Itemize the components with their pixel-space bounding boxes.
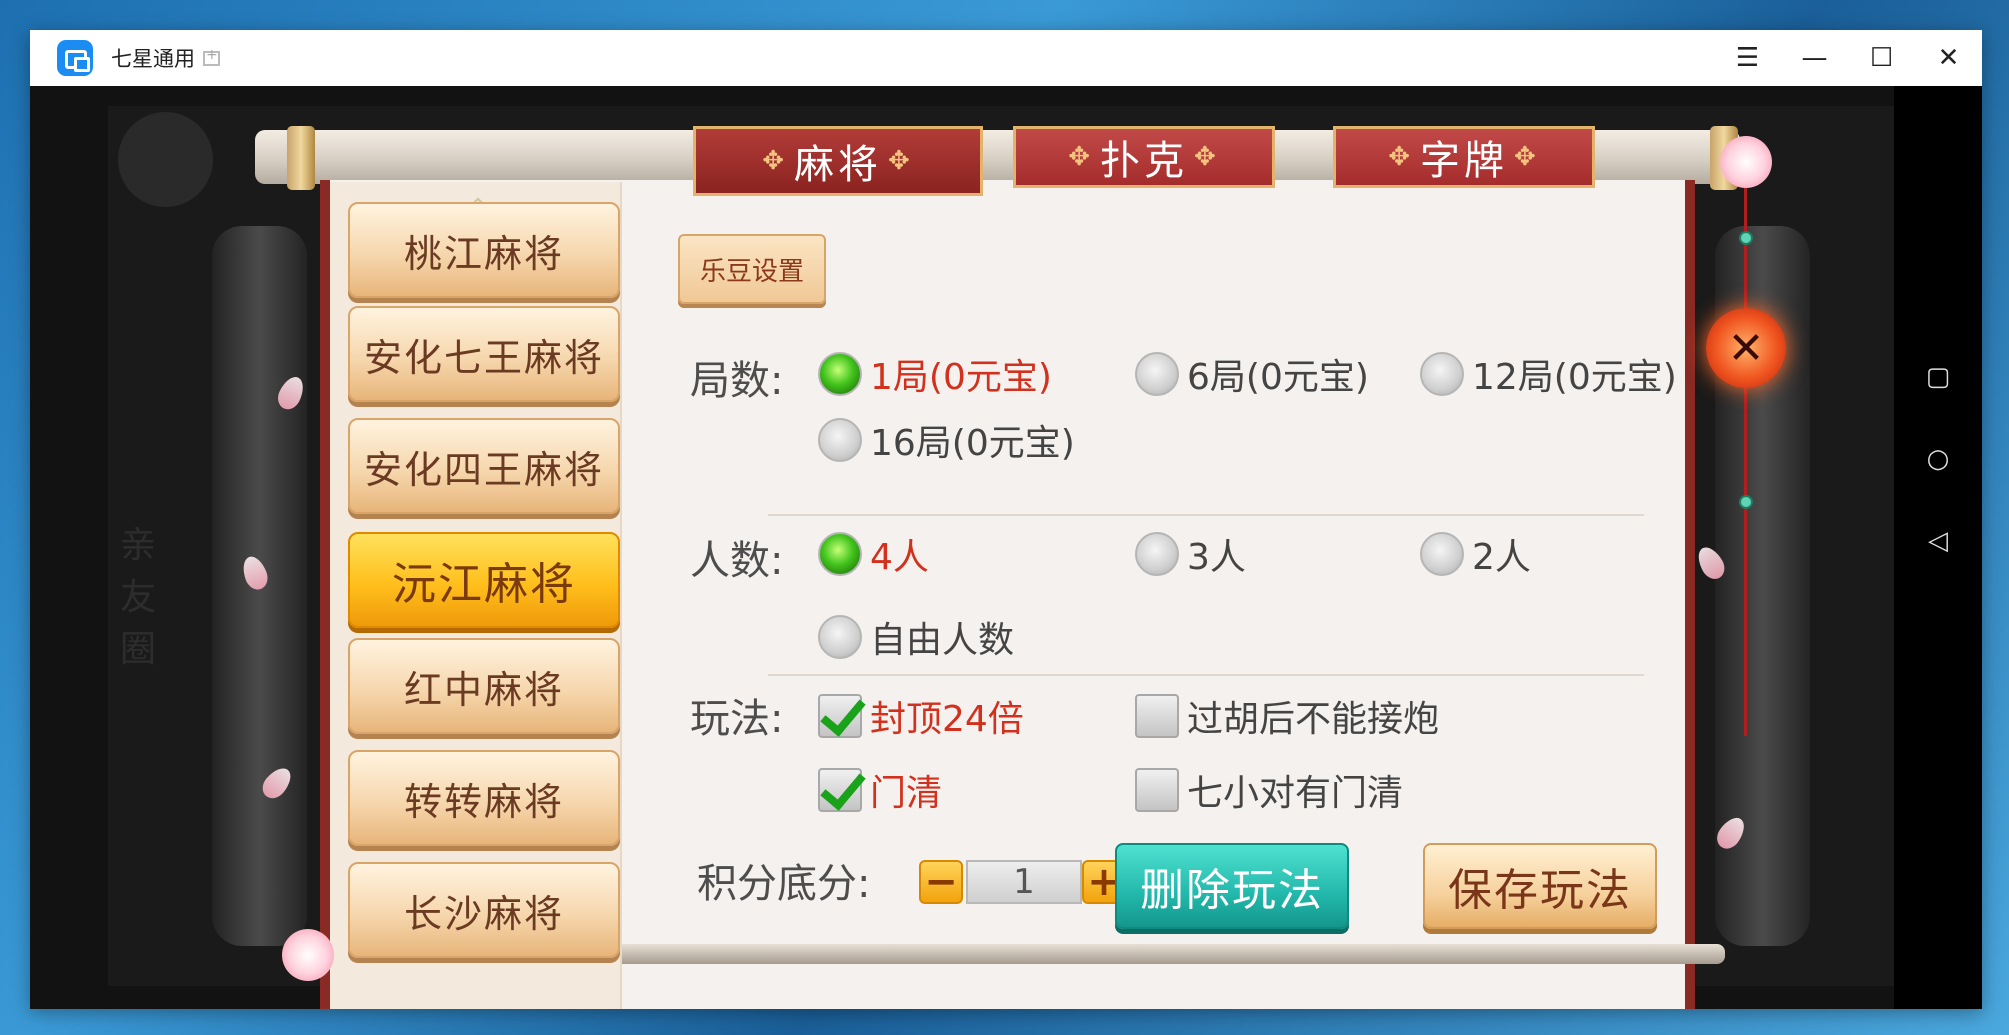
game-area: 亲友圈 ✥ 麻将 ✥ ✥ 扑克 ✥ ✥ 字牌 ✥ 桃江麻将 安化七王麻将 安化四… bbox=[30, 86, 1894, 1009]
rule-qixiaodui-menqing[interactable]: 七小对有门清 bbox=[1135, 764, 1403, 816]
radio-icon[interactable] bbox=[1135, 352, 1179, 396]
scroll-end-left bbox=[287, 126, 315, 190]
ornament-icon: ✥ bbox=[1514, 142, 1540, 172]
radio-selected-icon[interactable] bbox=[818, 532, 862, 576]
checkbox-checked-icon[interactable] bbox=[818, 768, 862, 812]
option-label: 6局(0元宝) bbox=[1187, 357, 1369, 398]
tab-label: 扑克 bbox=[1100, 138, 1188, 184]
players-option-4[interactable]: 4人 bbox=[818, 528, 929, 580]
option-label: 12局(0元宝) bbox=[1472, 357, 1677, 398]
base-score-label: 积分底分: bbox=[697, 861, 871, 907]
radio-icon[interactable] bbox=[818, 615, 862, 659]
rounds-option-6[interactable]: 6局(0元宝) bbox=[1135, 348, 1369, 400]
multi-window-icon[interactable] bbox=[203, 47, 220, 66]
flower-decoration bbox=[1720, 136, 1772, 188]
minimize-icon[interactable]: — bbox=[1781, 30, 1848, 86]
ornament-icon: ✥ bbox=[1194, 142, 1220, 172]
rule-menqing[interactable]: 门清 bbox=[818, 764, 942, 816]
android-nav-rail: ▢ ○ ◁ bbox=[1894, 86, 1982, 1009]
game-item-taojiang[interactable]: 桃江麻将 bbox=[348, 202, 620, 298]
ornament-icon: ✥ bbox=[1068, 142, 1094, 172]
menu-icon[interactable]: ☰ bbox=[1714, 30, 1781, 86]
rounds-label: 局数: bbox=[690, 358, 784, 404]
option-label: 自由人数 bbox=[870, 620, 1015, 661]
background-avatar bbox=[118, 112, 213, 207]
window-title: 七星通用 bbox=[111, 47, 195, 71]
app-window: 七星通用 ☰ — ☐ ✕ ▢ ○ ◁ 亲友圈 ✥ 麻将 ✥ ✥ bbox=[30, 30, 1982, 1009]
players-label: 人数: bbox=[690, 538, 784, 584]
checkbox-icon[interactable] bbox=[1135, 694, 1179, 738]
checkbox-checked-icon[interactable] bbox=[818, 694, 862, 738]
option-label: 4人 bbox=[870, 537, 929, 578]
radio-icon[interactable] bbox=[818, 418, 862, 462]
close-window-icon[interactable]: ✕ bbox=[1915, 30, 1982, 86]
ornament-icon: ✥ bbox=[762, 146, 788, 176]
option-label: 2人 bbox=[1472, 537, 1531, 578]
tab-label: 麻将 bbox=[794, 142, 882, 188]
option-label: 1局(0元宝) bbox=[870, 357, 1052, 398]
delete-rule-button[interactable]: 删除玩法 bbox=[1115, 843, 1349, 929]
game-item-zhuanzhuan[interactable]: 转转麻将 bbox=[348, 750, 620, 846]
game-item-yuanjiang[interactable]: 沅江麻将 bbox=[348, 532, 620, 628]
option-label: 封顶24倍 bbox=[870, 699, 1024, 740]
rounds-option-16[interactable]: 16局(0元宝) bbox=[818, 414, 1075, 466]
players-option-2[interactable]: 2人 bbox=[1420, 528, 1531, 580]
rules-label: 玩法: bbox=[690, 696, 784, 742]
recent-apps-icon[interactable]: ▢ bbox=[1920, 359, 1956, 395]
game-item-hongzhong[interactable]: 红中麻将 bbox=[348, 638, 620, 734]
bead-decoration bbox=[1739, 231, 1753, 245]
tab-mahjong[interactable]: ✥ 麻将 ✥ bbox=[693, 126, 983, 196]
rounds-option-12[interactable]: 12局(0元宝) bbox=[1420, 348, 1677, 400]
rule-cap-24x[interactable]: 封顶24倍 bbox=[818, 690, 1024, 742]
lantern-string bbox=[1744, 176, 1747, 736]
section-divider bbox=[768, 514, 1644, 516]
score-value-field[interactable]: 1 bbox=[966, 860, 1082, 904]
game-item-anhua-siwang[interactable]: 安化四王麻将 bbox=[348, 418, 620, 514]
radio-icon[interactable] bbox=[1420, 352, 1464, 396]
game-list[interactable]: 桃江麻将 安化七王麻将 安化四王麻将 沅江麻将 红中麻将 转转麻将 长沙麻将 bbox=[330, 182, 622, 1009]
game-item-changsha[interactable]: 长沙麻将 bbox=[348, 862, 620, 958]
section-divider bbox=[768, 674, 1644, 676]
ornament-icon: ✥ bbox=[1388, 142, 1414, 172]
app-icon bbox=[57, 40, 93, 76]
checkbox-icon[interactable] bbox=[1135, 768, 1179, 812]
tab-poker[interactable]: ✥ 扑克 ✥ bbox=[1013, 126, 1275, 188]
bead-decoration bbox=[1739, 495, 1753, 509]
score-decrement-button[interactable]: − bbox=[919, 859, 963, 905]
option-label: 3人 bbox=[1187, 537, 1246, 578]
rounds-option-1[interactable]: 1局(0元宝) bbox=[818, 348, 1052, 400]
tab-label: 字牌 bbox=[1420, 138, 1508, 184]
option-label: 过胡后不能接炮 bbox=[1187, 699, 1440, 740]
close-panel-button[interactable]: ✕ bbox=[1706, 308, 1786, 388]
radio-icon[interactable] bbox=[1420, 532, 1464, 576]
maximize-icon[interactable]: ☐ bbox=[1848, 30, 1915, 86]
players-option-free[interactable]: 自由人数 bbox=[818, 611, 1014, 663]
background-decoration: 亲友圈 bbox=[120, 525, 157, 670]
ornament-icon: ✥ bbox=[888, 146, 914, 176]
option-label: 16局(0元宝) bbox=[870, 423, 1075, 464]
ledou-settings-button[interactable]: 乐豆设置 bbox=[678, 234, 826, 304]
game-item-anhua-qiwang[interactable]: 安化七王麻将 bbox=[348, 306, 620, 402]
option-label: 门清 bbox=[870, 773, 943, 814]
radio-icon[interactable] bbox=[1135, 532, 1179, 576]
option-label: 七小对有门清 bbox=[1187, 773, 1404, 814]
players-option-3[interactable]: 3人 bbox=[1135, 528, 1246, 580]
home-icon[interactable]: ○ bbox=[1920, 441, 1956, 477]
back-icon[interactable]: ◁ bbox=[1920, 523, 1956, 559]
rule-no-pao-after-pass[interactable]: 过胡后不能接炮 bbox=[1135, 690, 1439, 742]
save-rule-button[interactable]: 保存玩法 bbox=[1423, 843, 1657, 929]
radio-selected-icon[interactable] bbox=[818, 352, 862, 396]
flower-decoration bbox=[282, 929, 334, 981]
title-bar: 七星通用 ☰ — ☐ ✕ bbox=[30, 30, 1982, 86]
tab-zipai[interactable]: ✥ 字牌 ✥ bbox=[1333, 126, 1595, 188]
